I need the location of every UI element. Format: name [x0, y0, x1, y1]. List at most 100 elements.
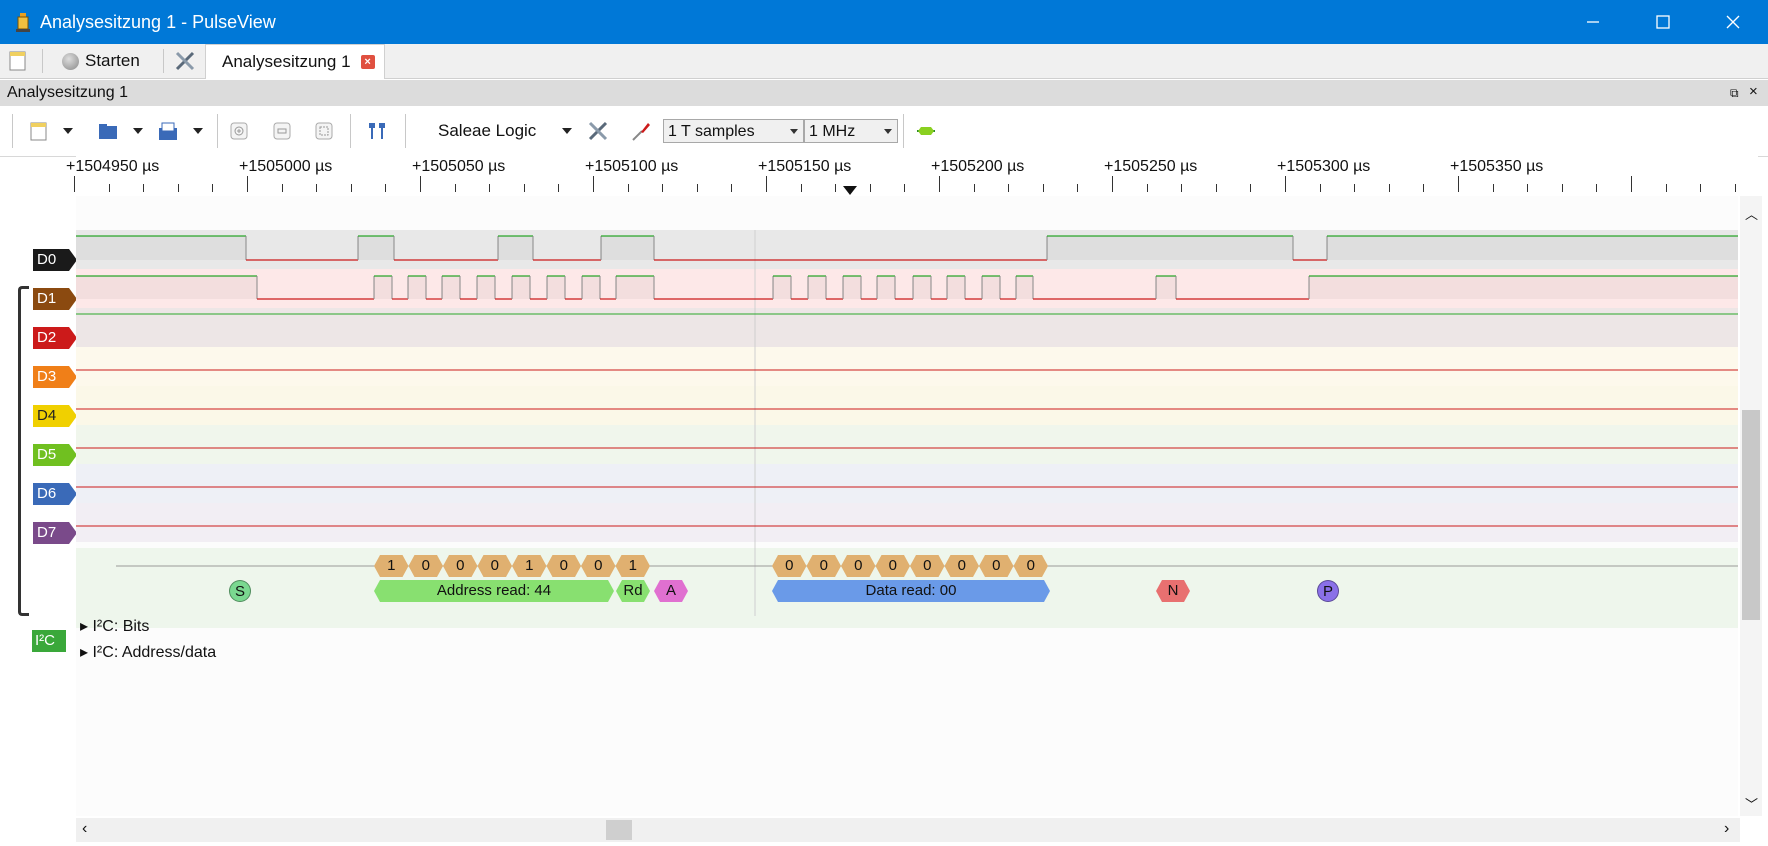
maximize-icon[interactable]: [1628, 0, 1698, 44]
bit-annotation[interactable]: 1: [616, 555, 651, 577]
device-settings-icon[interactable]: [587, 120, 609, 142]
bit-annotation[interactable]: 0: [478, 555, 513, 577]
ruler-label: +1505300 µs: [1277, 158, 1371, 175]
horizontal-scrollbar[interactable]: ‹ ›: [76, 818, 1740, 842]
decoder-label-i2c[interactable]: I²C: [32, 630, 66, 652]
bit-annotation[interactable]: 1: [374, 555, 409, 577]
d1-fill: [773, 276, 791, 299]
ruler-label: +1505100 µs: [585, 158, 679, 175]
new-session-dropdown-icon[interactable]: [63, 128, 73, 134]
scroll-left-icon[interactable]: ‹: [82, 820, 87, 838]
decoder-label-text: I²C: [35, 632, 55, 649]
open-dropdown-icon[interactable]: [133, 128, 143, 134]
channel-label-d5[interactable]: D5: [33, 444, 77, 466]
bit-annotation[interactable]: 0: [910, 555, 945, 577]
decoder-row-address-label: I²C: Address/data: [92, 644, 217, 661]
stop-annotation[interactable]: P: [1317, 580, 1339, 602]
data-read-annotation[interactable]: Data read: 00: [772, 580, 1050, 602]
dock-close-icon[interactable]: ×: [1749, 83, 1758, 100]
save-dropdown-icon[interactable]: [193, 128, 203, 134]
ruler-tick: [74, 176, 75, 192]
ruler-tick: [1389, 184, 1390, 192]
rw-annotation[interactable]: Rd: [616, 580, 650, 602]
tab-session-label: Analysesitzung 1: [222, 52, 351, 71]
channel-label-d6[interactable]: D6: [33, 483, 77, 505]
ruler-tick: [974, 184, 975, 192]
channel-label-d0[interactable]: D0: [33, 249, 77, 271]
bit-annotation[interactable]: 0: [547, 555, 582, 577]
bit-annotation[interactable]: 1: [512, 555, 547, 577]
channel-label-d3[interactable]: D3: [33, 366, 77, 388]
ruler-tick: [628, 184, 629, 192]
zoom-fit-icon[interactable]: [313, 120, 335, 142]
ack-annotation[interactable]: A: [654, 580, 688, 602]
address-read-annotation[interactable]: Address read: 44: [374, 580, 614, 602]
device-selector[interactable]: Saleae Logic: [438, 119, 536, 143]
scroll-right-icon[interactable]: ›: [1724, 820, 1729, 838]
float-icon[interactable]: ⧉: [1730, 86, 1739, 101]
device-dropdown-icon[interactable]: [562, 128, 572, 134]
sample-count-select[interactable]: 1 T samples: [663, 119, 804, 143]
tab-session[interactable]: Analysesitzung 1 ×: [205, 44, 385, 79]
new-session-icon[interactable]: [28, 120, 50, 142]
vertical-scrollbar[interactable]: ︿ ﹀: [1740, 196, 1762, 816]
decoder-row-bits[interactable]: ▸ I²C: Bits: [80, 616, 149, 636]
zoom-in-icon[interactable]: [228, 120, 250, 142]
close-icon[interactable]: [1698, 0, 1768, 44]
channel-label-d4[interactable]: D4: [33, 405, 77, 427]
ruler-tick: [593, 176, 594, 192]
d1-fill: [582, 276, 600, 299]
channel-band: [76, 386, 1738, 425]
dock-header: Analysesitzung 1 ⧉ ×: [0, 80, 1768, 107]
bit-annotation[interactable]: 0: [807, 555, 842, 577]
close-tab-icon[interactable]: ×: [360, 55, 375, 69]
d0-fill: [1327, 236, 1738, 260]
bit-annotation[interactable]: 0: [409, 555, 444, 577]
save-file-icon[interactable]: [157, 120, 179, 142]
channel-label-d7[interactable]: D7: [33, 522, 77, 544]
bit-annotation[interactable]: 0: [945, 555, 980, 577]
time-ruler[interactable]: +1504950 µs +1505000 µs +1505050 µs +150510…: [66, 156, 1758, 196]
minimize-icon[interactable]: [1558, 0, 1628, 44]
ruler-tick: [1631, 176, 1632, 192]
decoder-row-address[interactable]: ▸ I²C: Address/data: [80, 642, 216, 662]
bit-annotation[interactable]: 0: [876, 555, 911, 577]
scroll-down-icon[interactable]: ﹀: [1745, 794, 1758, 813]
ruler-tick: [1423, 184, 1424, 192]
cursor-icon[interactable]: [366, 120, 388, 142]
ruler-tick: [697, 184, 698, 192]
d1-fill: [913, 276, 931, 299]
zoom-out-icon[interactable]: [271, 120, 293, 142]
settings-button[interactable]: [174, 50, 196, 72]
add-decoder-icon[interactable]: [915, 120, 937, 142]
vertical-scroll-thumb[interactable]: [1742, 410, 1760, 620]
ruler-tick: [109, 184, 110, 192]
bit-annotation[interactable]: 0: [979, 555, 1014, 577]
bit-annotation[interactable]: 0: [581, 555, 616, 577]
open-file-icon[interactable]: [97, 120, 119, 142]
ruler-tick: [1735, 184, 1736, 192]
tools-icon: [175, 51, 195, 71]
start-button[interactable]: Starten: [62, 44, 140, 78]
d1-fill: [616, 276, 654, 299]
d1-fill: [1156, 276, 1176, 299]
horizontal-scroll-thumb[interactable]: [606, 820, 632, 840]
new-view-button[interactable]: [8, 50, 28, 72]
nack-annotation[interactable]: N: [1156, 580, 1190, 602]
ruler-tick: [489, 184, 490, 192]
bit-annotation[interactable]: 0: [443, 555, 478, 577]
channel-label-d1[interactable]: D1: [33, 288, 77, 310]
ruler-tick: [1527, 184, 1528, 192]
sample-rate-select[interactable]: 1 MHz: [804, 119, 898, 143]
probe-icon[interactable]: [630, 120, 652, 142]
start-annotation[interactable]: S: [229, 580, 251, 602]
bit-annotation[interactable]: 0: [772, 555, 807, 577]
bit-annotation[interactable]: 0: [841, 555, 876, 577]
channel-label-d2[interactable]: D2: [33, 327, 77, 349]
trace-view[interactable]: ▸ I²C: Bits ▸ I²C: Address/data 10001001…: [76, 196, 1738, 816]
bit-annotation[interactable]: 0: [1014, 555, 1049, 577]
ruler-tick: [1008, 184, 1009, 192]
channel-group-bracket: [18, 286, 29, 616]
scroll-up-icon[interactable]: ︿: [1745, 204, 1758, 223]
ruler-tick: [1493, 184, 1494, 192]
